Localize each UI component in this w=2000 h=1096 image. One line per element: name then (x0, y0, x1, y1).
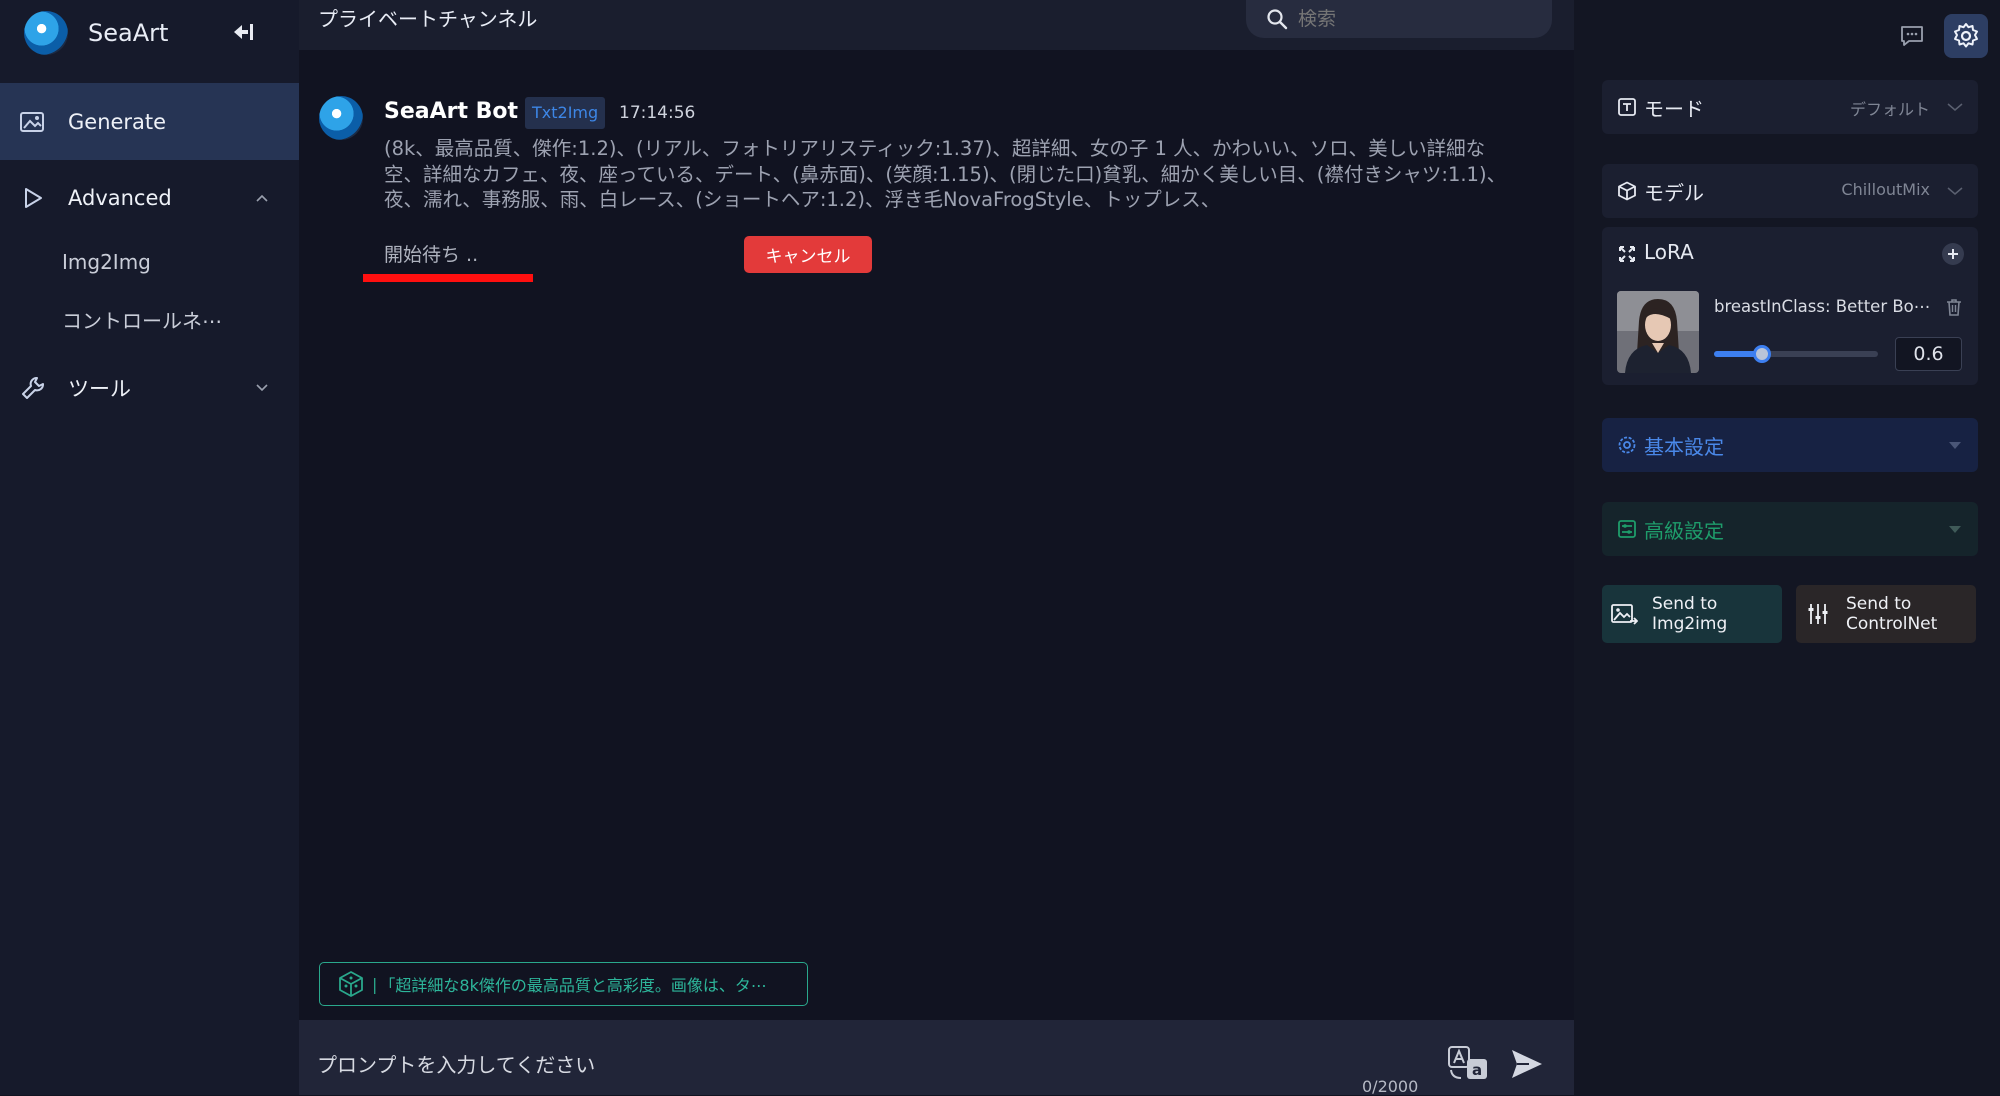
nav-generate[interactable]: Generate (0, 83, 299, 160)
model-value: ChilloutMix (1841, 180, 1930, 199)
controls-icon (1804, 600, 1832, 628)
sliders-icon (1616, 518, 1638, 540)
lora-label: LoRA (1644, 240, 1694, 264)
nav-controlnet[interactable]: コントロールネ⋯ (62, 305, 222, 334)
prompt-input-bar: 0/2000 a (299, 1020, 1574, 1096)
translate-icon[interactable]: a (1446, 1044, 1490, 1084)
mode-selector[interactable]: モード デフォルト (1602, 80, 1978, 134)
lora-icon (1616, 243, 1638, 265)
mode-icon (1616, 96, 1638, 118)
red-underline-annotation (363, 274, 533, 282)
message-prompt-text: (8k、最高品質、傑作:1.2)、(リアル、フォトリアリスティック:1.37)、… (384, 137, 1507, 211)
chevron-down-icon (252, 378, 272, 398)
channel-header: プライベートチャンネル (299, 0, 1574, 50)
suggestion-text: 「超詳細な8k傑作の最高品質と高彩度。画像は、タ⋯ (379, 976, 767, 995)
message-timestamp: 17:14:56 (619, 103, 696, 123)
char-counter: 0/2000 (1362, 1077, 1419, 1096)
add-lora-icon[interactable] (1942, 243, 1964, 265)
sidebar: SeaArt Generate Advanced Img2Img コントロールネ… (0, 0, 299, 1095)
main-chat: プライベートチャンネル SeaArt Bot Txt2Img 17:14:56 … (299, 0, 1574, 1096)
lora-weight-slider[interactable] (1714, 345, 1878, 363)
chat-icon[interactable] (1890, 14, 1934, 58)
send-to-img2img-label: Send to Img2img (1652, 594, 1728, 634)
chip-separator: | (372, 974, 378, 994)
basic-settings-section[interactable]: 基本設定 (1602, 418, 1978, 472)
prompt-suggestion-chip[interactable]: | 「超詳細な8k傑作の最高品質と高彩度。画像は、タ⋯ (319, 962, 808, 1006)
collapse-sidebar-icon[interactable] (228, 18, 256, 46)
lora-name: breastInClass: Better Bo⋯ (1714, 297, 1931, 316)
mode-label: モード (1644, 97, 1704, 121)
model-selector[interactable]: モデル ChilloutMix (1602, 164, 1978, 218)
prompt-input[interactable] (317, 1053, 1367, 1077)
svg-text:a: a (1472, 1061, 1482, 1079)
basic-settings-label: 基本設定 (1644, 435, 1724, 459)
trash-icon[interactable] (1944, 297, 1964, 317)
gear-icon (1616, 434, 1638, 456)
message-sender: SeaArt Bot (384, 99, 519, 124)
nav-advanced[interactable]: Advanced (0, 170, 299, 226)
caret-down-icon (1946, 436, 1964, 454)
slider-handle[interactable] (1752, 345, 1771, 363)
image-edit-icon (18, 107, 48, 137)
generation-status: 開始待ち .. (384, 244, 479, 266)
chevron-down-icon (1946, 98, 1964, 116)
bot-avatar (319, 96, 363, 140)
lora-weight-input[interactable] (1895, 337, 1962, 371)
nav-img2img[interactable]: Img2Img (62, 250, 151, 274)
send-to-controlnet-label: Send to ControlNet (1846, 594, 1938, 634)
nav-advanced-label: Advanced (68, 186, 172, 210)
wrench-icon (18, 373, 48, 403)
nav-generate-label: Generate (68, 109, 167, 134)
send-to-controlnet-button[interactable]: Send to ControlNet (1796, 585, 1976, 643)
lora-section: LoRA breastInClass: Better Bo⋯ (1602, 227, 1978, 385)
message-type-badge: Txt2Img (525, 97, 606, 129)
channel-title: プライベートチャンネル (318, 7, 538, 31)
search-icon (1267, 9, 1288, 30)
search-box[interactable] (1246, 0, 1552, 38)
mode-value: デフォルト (1849, 100, 1930, 119)
brand-name: SeaArt (88, 19, 169, 47)
nav-tools-label: ツール (68, 377, 131, 401)
cancel-button[interactable]: キャンセル (744, 236, 872, 273)
advanced-settings-section[interactable]: 高級設定 (1602, 502, 1978, 556)
cube-icon (1616, 180, 1638, 202)
caret-down-icon (1946, 520, 1964, 538)
brand[interactable]: SeaArt (24, 10, 168, 56)
gear-icon[interactable] (1944, 14, 1988, 58)
search-input[interactable] (1298, 8, 1518, 30)
send-icon[interactable] (1509, 1046, 1545, 1082)
model-label: モデル (1644, 181, 1704, 205)
advanced-settings-label: 高級設定 (1644, 519, 1724, 543)
chevron-up-icon (252, 188, 272, 208)
image-send-icon (1610, 600, 1638, 628)
send-to-img2img-button[interactable]: Send to Img2img (1602, 585, 1782, 643)
chevron-down-icon (1946, 182, 1964, 200)
cube-icon (339, 971, 363, 997)
nav-tools[interactable]: ツール (0, 360, 299, 416)
lora-thumbnail (1617, 291, 1699, 373)
seaart-logo (24, 11, 68, 55)
play-triangle-icon (18, 183, 48, 213)
